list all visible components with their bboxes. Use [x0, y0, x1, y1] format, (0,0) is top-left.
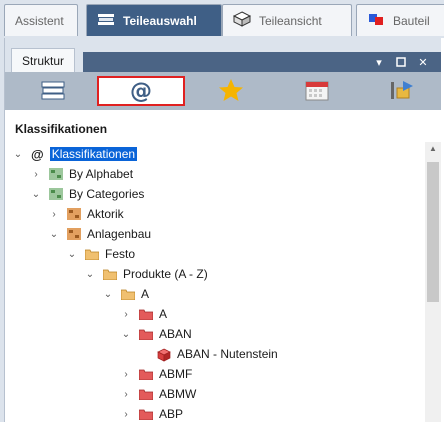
classification-view-button[interactable]: @ — [97, 76, 185, 106]
books-icon — [39, 79, 67, 104]
scrollbar-thumb[interactable] — [427, 162, 439, 302]
tree-node-label: ABMW — [159, 387, 197, 401]
folder-red-icon — [138, 308, 154, 321]
tree-node-label: ABAN — [159, 327, 192, 341]
tree-node-abmf[interactable]: › ABMF — [119, 364, 192, 384]
tree-node-abp[interactable]: › ABP — [119, 404, 183, 422]
classification-tree: ⌄ @ Klassifikationen › By Alphabet ⌄ By … — [5, 142, 425, 422]
star-icon — [218, 78, 244, 105]
chevron-right-icon[interactable]: › — [29, 169, 43, 180]
tab-teileansicht[interactable]: Teileansicht — [222, 4, 352, 36]
cube-icon — [232, 11, 252, 30]
chevron-right-icon[interactable]: › — [119, 409, 133, 420]
tab-teileauswahl[interactable]: Teileauswahl — [86, 4, 222, 36]
tree-node-a-folder[interactable]: ⌄ A — [101, 284, 149, 304]
folder-open-icon — [120, 288, 136, 301]
tree-node-festo[interactable]: ⌄ Festo — [65, 244, 135, 264]
tree-node-abmw[interactable]: › ABMW — [119, 384, 196, 404]
books-icon — [97, 12, 115, 29]
tree-node-klassifikationen[interactable]: ⌄ @ Klassifikationen — [11, 144, 138, 164]
panel-titlebar: Struktur ▾ ✕ — [5, 38, 441, 73]
chevron-down-icon[interactable]: ⌄ — [11, 149, 25, 160]
chevron-right-icon[interactable]: › — [47, 209, 61, 220]
alphabet-icon — [49, 168, 63, 180]
folder-open-icon — [102, 268, 118, 281]
tab-assistent[interactable]: Assistent — [4, 4, 78, 36]
restore-icon[interactable] — [391, 52, 411, 72]
top-tabs: Assistent Teileauswahl Teileansicht Baut… — [0, 0, 444, 38]
chevron-down-icon[interactable]: ⌄ — [119, 329, 133, 340]
at-icon: @ — [130, 78, 152, 104]
tree-node-label: By Categories — [69, 187, 145, 201]
calendar-icon — [304, 78, 330, 105]
favorites-button[interactable] — [189, 76, 273, 106]
part-cube-icon — [157, 348, 171, 362]
tree-node-label: Klassifikationen — [49, 147, 138, 161]
tree-node-aktorik[interactable]: › Aktorik — [47, 204, 124, 224]
catalog-view-button[interactable] — [11, 76, 95, 106]
section-title: Klassifikationen — [15, 122, 108, 136]
tree-node-by-alphabet[interactable]: › By Alphabet — [29, 164, 133, 184]
scroll-up-icon[interactable]: ▲ — [425, 144, 441, 156]
tree-node-label: Aktorik — [87, 207, 124, 221]
close-icon[interactable]: ✕ — [413, 52, 433, 72]
chevron-down-icon[interactable]: ⌄ — [65, 249, 79, 260]
tree-scrollbar[interactable]: ▲ — [425, 142, 441, 422]
history-button[interactable] — [275, 76, 359, 106]
tree-node-a[interactable]: › A — [119, 304, 167, 324]
folder-open-icon — [84, 248, 100, 261]
struktur-panel: Struktur ▾ ✕ @ Klassifikationen ⌄ @ Klas… — [4, 38, 444, 422]
category-icon — [67, 228, 81, 240]
tree-node-label: Festo — [105, 247, 136, 261]
tree-node-by-categories[interactable]: ⌄ By Categories — [29, 184, 145, 204]
folder-red-icon — [138, 408, 154, 421]
tree-node-label: ABP — [159, 407, 184, 421]
chevron-down-icon[interactable]: ⌄ — [47, 229, 61, 240]
tree-node-label: ABAN - Nutenstein — [177, 347, 278, 361]
chevron-down-icon[interactable]: ⌄ — [83, 269, 97, 280]
classification-toolbar: @ — [5, 72, 441, 110]
tree-node-aban-nutenstein[interactable]: ABAN - Nutenstein — [137, 344, 278, 364]
categories-icon — [49, 188, 63, 200]
tab-bauteil[interactable]: Bauteil — [356, 4, 444, 36]
tree-node-label: Anlagenbau — [87, 227, 152, 241]
chevron-down-icon[interactable]: ⌄ — [29, 189, 43, 200]
tree-node-label: Produkte (A - Z) — [123, 267, 208, 281]
export-button[interactable] — [361, 76, 444, 106]
tree-node-anlagenbau[interactable]: ⌄ Anlagenbau — [47, 224, 151, 244]
at-icon: @ — [31, 146, 44, 162]
folder-red-icon — [138, 388, 154, 401]
export-icon — [389, 78, 417, 105]
category-icon — [67, 208, 81, 220]
tree-node-label: ABMF — [159, 367, 193, 381]
panel-tab-struktur[interactable]: Struktur — [11, 48, 76, 73]
tree-node-label: A — [141, 287, 150, 301]
chevron-down-icon[interactable]: ⌄ — [101, 289, 115, 300]
chevron-right-icon[interactable]: › — [119, 309, 133, 320]
tree-node-produkte[interactable]: ⌄ Produkte (A - Z) — [83, 264, 208, 284]
pin-icon[interactable]: ▾ — [369, 52, 389, 72]
panel-title: Struktur — [22, 54, 65, 68]
tree-node-label: By Alphabet — [69, 167, 134, 181]
tree-node-label: A — [159, 307, 168, 321]
component-icon — [367, 11, 385, 30]
folder-red-icon — [138, 328, 154, 341]
chevron-right-icon[interactable]: › — [119, 389, 133, 400]
folder-red-icon — [138, 368, 154, 381]
tree-node-aban[interactable]: ⌄ ABAN — [119, 324, 192, 344]
chevron-right-icon[interactable]: › — [119, 369, 133, 380]
